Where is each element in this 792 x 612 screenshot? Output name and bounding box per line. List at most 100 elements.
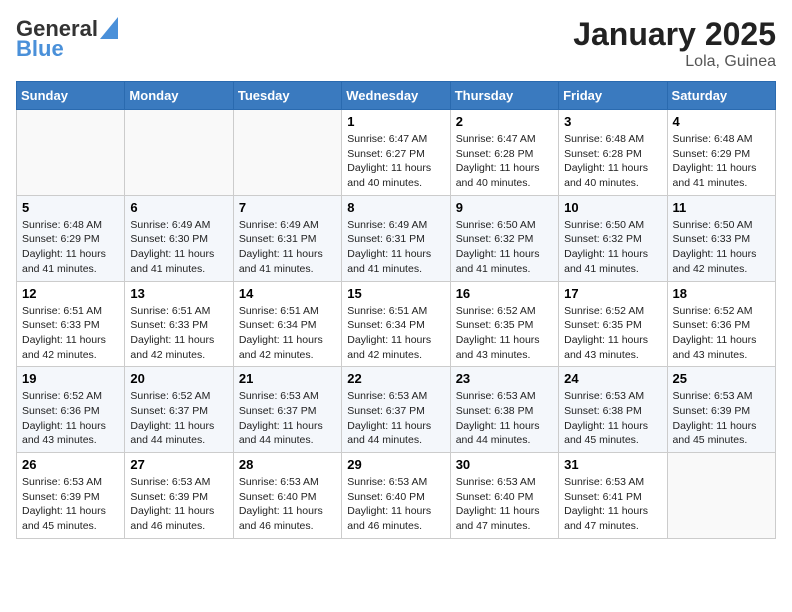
calendar-day-cell: 21 Sunrise: 6:53 AMSunset: 6:37 PMDayligh…: [233, 367, 341, 453]
day-number: 3: [564, 114, 661, 129]
calendar-day-cell: 4 Sunrise: 6:48 AMSunset: 6:29 PMDaylight…: [667, 110, 775, 196]
weekday-header-monday: Monday: [125, 82, 233, 110]
calendar-day-cell: 19 Sunrise: 6:52 AMSunset: 6:36 PMDayligh…: [17, 367, 125, 453]
day-info: Sunrise: 6:47 AMSunset: 6:28 PMDaylight:…: [456, 132, 553, 191]
calendar-day-cell: 14Sunrise: 6:51 AMSunset: 6:34 PMDayligh…: [233, 281, 341, 367]
day-number: 2: [456, 114, 553, 129]
day-number: 8: [347, 200, 444, 215]
weekday-header-saturday: Saturday: [667, 82, 775, 110]
day-number: 29: [347, 457, 444, 472]
location: Lola, Guinea: [573, 53, 776, 71]
day-info: Sunrise: 6:53 AMSunset: 6:38 PMDaylight:…: [564, 389, 661, 448]
day-info: Sunrise: 6:49 AMSunset: 6:31 PMDaylight:…: [347, 218, 444, 277]
day-number: 31: [564, 457, 661, 472]
day-number: 10: [564, 200, 661, 215]
calendar-day-cell: 6 Sunrise: 6:49 AMSunset: 6:30 PMDaylight…: [125, 195, 233, 281]
day-number: 16: [456, 286, 553, 301]
calendar-day-cell: 1Sunrise: 6:47 AMSunset: 6:27 PMDaylight…: [342, 110, 450, 196]
day-info: Sunrise: 6:52 AMSunset: 6:35 PMDaylight:…: [456, 304, 553, 363]
logo-blue: Blue: [16, 36, 64, 62]
day-info: Sunrise: 6:53 AMSunset: 6:39 PMDaylight:…: [22, 475, 119, 534]
day-info: Sunrise: 6:53 AMSunset: 6:39 PMDaylight:…: [130, 475, 227, 534]
day-info: Sunrise: 6:53 AMSunset: 6:39 PMDaylight:…: [673, 389, 770, 448]
weekday-header-thursday: Thursday: [450, 82, 558, 110]
calendar-day-cell: 15 Sunrise: 6:51 AMSunset: 6:34 PMDayligh…: [342, 281, 450, 367]
calendar-day-cell: 23 Sunrise: 6:53 AMSunset: 6:38 PMDayligh…: [450, 367, 558, 453]
day-info: Sunrise: 6:48 AMSunset: 6:29 PMDaylight:…: [673, 132, 770, 191]
day-info: Sunrise: 6:50 AMSunset: 6:32 PMDaylight:…: [456, 218, 553, 277]
calendar-empty-cell: [667, 453, 775, 539]
day-info: Sunrise: 6:52 AMSunset: 6:37 PMDaylight:…: [130, 389, 227, 448]
calendar-day-cell: 12 Sunrise: 6:51 AMSunset: 6:33 PMDayligh…: [17, 281, 125, 367]
day-info: Sunrise: 6:52 AMSunset: 6:36 PMDaylight:…: [22, 389, 119, 448]
calendar-day-cell: 28 Sunrise: 6:53 AMSunset: 6:40 PMDayligh…: [233, 453, 341, 539]
calendar-day-cell: 13Sunrise: 6:51 AMSunset: 6:33 PMDayligh…: [125, 281, 233, 367]
calendar-empty-cell: [17, 110, 125, 196]
calendar-day-cell: 11 Sunrise: 6:50 AMSunset: 6:33 PMDayligh…: [667, 195, 775, 281]
day-number: 19: [22, 371, 119, 386]
day-info: Sunrise: 6:53 AMSunset: 6:41 PMDaylight:…: [564, 475, 661, 534]
day-info: Sunrise: 6:53 AMSunset: 6:38 PMDaylight:…: [456, 389, 553, 448]
day-number: 11: [673, 200, 770, 215]
weekday-header-sunday: Sunday: [17, 82, 125, 110]
day-info: Sunrise: 6:48 AMSunset: 6:29 PMDaylight:…: [22, 218, 119, 277]
day-number: 4: [673, 114, 770, 129]
day-info: Sunrise: 6:48 AMSunset: 6:28 PMDaylight:…: [564, 132, 661, 191]
day-info: Sunrise: 6:51 AMSunset: 6:33 PMDaylight:…: [130, 304, 227, 363]
day-info: Sunrise: 6:51 AMSunset: 6:34 PMDaylight:…: [239, 304, 336, 363]
calendar-day-cell: 30 Sunrise: 6:53 AMSunset: 6:40 PMDayligh…: [450, 453, 558, 539]
day-info: Sunrise: 6:52 AMSunset: 6:35 PMDaylight:…: [564, 304, 661, 363]
calendar-day-cell: 29Sunrise: 6:53 AMSunset: 6:40 PMDayligh…: [342, 453, 450, 539]
weekday-header-tuesday: Tuesday: [233, 82, 341, 110]
day-info: Sunrise: 6:53 AMSunset: 6:40 PMDaylight:…: [239, 475, 336, 534]
calendar-week-row: 19 Sunrise: 6:52 AMSunset: 6:36 PMDayligh…: [17, 367, 776, 453]
day-info: Sunrise: 6:53 AMSunset: 6:40 PMDaylight:…: [456, 475, 553, 534]
calendar-day-cell: 3 Sunrise: 6:48 AMSunset: 6:28 PMDaylight…: [559, 110, 667, 196]
calendar-day-cell: 31 Sunrise: 6:53 AMSunset: 6:41 PMDayligh…: [559, 453, 667, 539]
day-number: 7: [239, 200, 336, 215]
day-info: Sunrise: 6:50 AMSunset: 6:33 PMDaylight:…: [673, 218, 770, 277]
day-number: 21: [239, 371, 336, 386]
day-info: Sunrise: 6:52 AMSunset: 6:36 PMDaylight:…: [673, 304, 770, 363]
day-info: Sunrise: 6:53 AMSunset: 6:37 PMDaylight:…: [239, 389, 336, 448]
day-number: 28: [239, 457, 336, 472]
weekday-header-friday: Friday: [559, 82, 667, 110]
day-info: Sunrise: 6:50 AMSunset: 6:32 PMDaylight:…: [564, 218, 661, 277]
day-info: Sunrise: 6:49 AMSunset: 6:30 PMDaylight:…: [130, 218, 227, 277]
day-number: 25: [673, 371, 770, 386]
calendar-day-cell: 20Sunrise: 6:52 AMSunset: 6:37 PMDayligh…: [125, 367, 233, 453]
calendar-week-row: 1Sunrise: 6:47 AMSunset: 6:27 PMDaylight…: [17, 110, 776, 196]
day-number: 6: [130, 200, 227, 215]
calendar-week-row: 26Sunrise: 6:53 AMSunset: 6:39 PMDayligh…: [17, 453, 776, 539]
page-header: General Blue January 2025 Lola, Guinea: [16, 16, 776, 71]
calendar-day-cell: 26Sunrise: 6:53 AMSunset: 6:39 PMDayligh…: [17, 453, 125, 539]
calendar-day-cell: 9 Sunrise: 6:50 AMSunset: 6:32 PMDaylight…: [450, 195, 558, 281]
calendar-day-cell: 24 Sunrise: 6:53 AMSunset: 6:38 PMDayligh…: [559, 367, 667, 453]
day-number: 9: [456, 200, 553, 215]
calendar-week-row: 12 Sunrise: 6:51 AMSunset: 6:33 PMDayligh…: [17, 281, 776, 367]
calendar-day-cell: 22 Sunrise: 6:53 AMSunset: 6:37 PMDayligh…: [342, 367, 450, 453]
calendar-week-row: 5 Sunrise: 6:48 AMSunset: 6:29 PMDaylight…: [17, 195, 776, 281]
day-number: 30: [456, 457, 553, 472]
calendar-day-cell: 10 Sunrise: 6:50 AMSunset: 6:32 PMDayligh…: [559, 195, 667, 281]
day-info: Sunrise: 6:51 AMSunset: 6:34 PMDaylight:…: [347, 304, 444, 363]
day-number: 23: [456, 371, 553, 386]
weekday-header-row: SundayMondayTuesdayWednesdayThursdayFrid…: [17, 82, 776, 110]
day-info: Sunrise: 6:53 AMSunset: 6:37 PMDaylight:…: [347, 389, 444, 448]
day-info: Sunrise: 6:51 AMSunset: 6:33 PMDaylight:…: [22, 304, 119, 363]
day-number: 5: [22, 200, 119, 215]
calendar-day-cell: 16 Sunrise: 6:52 AMSunset: 6:35 PMDayligh…: [450, 281, 558, 367]
logo: General Blue: [16, 16, 118, 62]
calendar-empty-cell: [125, 110, 233, 196]
logo-triangle-icon: [100, 17, 118, 39]
month-title: January 2025: [573, 16, 776, 53]
day-number: 22: [347, 371, 444, 386]
calendar-day-cell: 27 Sunrise: 6:53 AMSunset: 6:39 PMDayligh…: [125, 453, 233, 539]
day-number: 24: [564, 371, 661, 386]
day-number: 18: [673, 286, 770, 301]
day-number: 12: [22, 286, 119, 301]
day-number: 15: [347, 286, 444, 301]
calendar-day-cell: 2 Sunrise: 6:47 AMSunset: 6:28 PMDaylight…: [450, 110, 558, 196]
day-number: 27: [130, 457, 227, 472]
logo-text-block: General Blue: [16, 16, 118, 62]
